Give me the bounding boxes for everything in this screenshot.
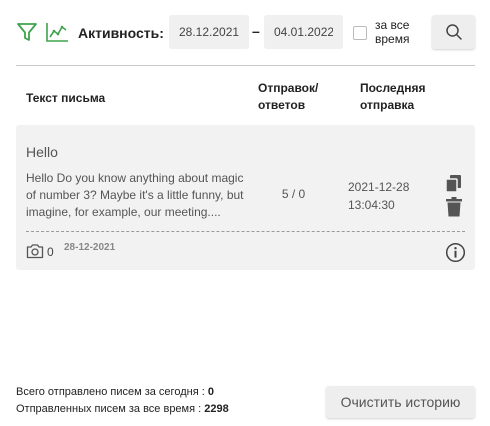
sent-total-label: Отправленных писем за все время : xyxy=(16,403,202,415)
last-sent-time: 13:04:30 xyxy=(348,198,395,212)
card-divider xyxy=(26,231,465,232)
last-sent-date: 2021-12-28 xyxy=(348,180,410,194)
sent-total-line: Отправленных писем за все время : 2298 xyxy=(16,401,229,418)
search-icon xyxy=(445,24,462,40)
column-header-sends: Отправок/ ответов xyxy=(258,81,319,112)
column-header-last: Последняя отправка xyxy=(360,81,426,112)
sent-today-value: 0 xyxy=(207,386,214,398)
last-sent-datetime: 2021-12-28 13:04:30 xyxy=(348,178,428,214)
filter-icon[interactable] xyxy=(16,21,38,43)
send-statistics: Всего отправлено писем за сегодня : 0 От… xyxy=(16,384,229,418)
toolbar: Активность: – за все время xyxy=(16,15,475,49)
sent-total-value: 2298 xyxy=(204,403,229,415)
info-icon[interactable] xyxy=(445,242,466,263)
message-body: Hello Do you know anything about magic o… xyxy=(26,171,244,219)
clear-history-button[interactable]: Очистить историю xyxy=(326,386,475,418)
message-date: 28-12-2021 xyxy=(64,242,116,253)
all-time-checkbox[interactable] xyxy=(353,26,367,40)
message-card: Hello Hello Do you know anything about m… xyxy=(16,125,475,270)
camera-icon xyxy=(26,244,44,259)
trash-icon[interactable] xyxy=(445,197,463,217)
message-subject: Hello xyxy=(26,144,58,160)
date-from-input[interactable] xyxy=(169,15,249,49)
date-separator: – xyxy=(252,23,260,39)
sent-today-line: Всего отправлено писем за сегодня : 0 xyxy=(16,384,229,401)
activity-label: Активность: xyxy=(78,25,164,41)
line-chart-icon[interactable] xyxy=(45,21,69,43)
search-button[interactable] xyxy=(432,15,475,49)
date-to-input[interactable] xyxy=(264,15,343,49)
all-time-label: за все время xyxy=(375,18,410,46)
copy-icon[interactable] xyxy=(444,174,464,194)
sends-replies-count: 5 / 0 xyxy=(281,187,306,201)
sent-today-label: Всего отправлено писем за сегодня : xyxy=(16,386,205,398)
attachments-count: 0 xyxy=(47,245,54,259)
column-header-text: Текст письма xyxy=(26,91,106,105)
header-divider xyxy=(16,65,475,66)
